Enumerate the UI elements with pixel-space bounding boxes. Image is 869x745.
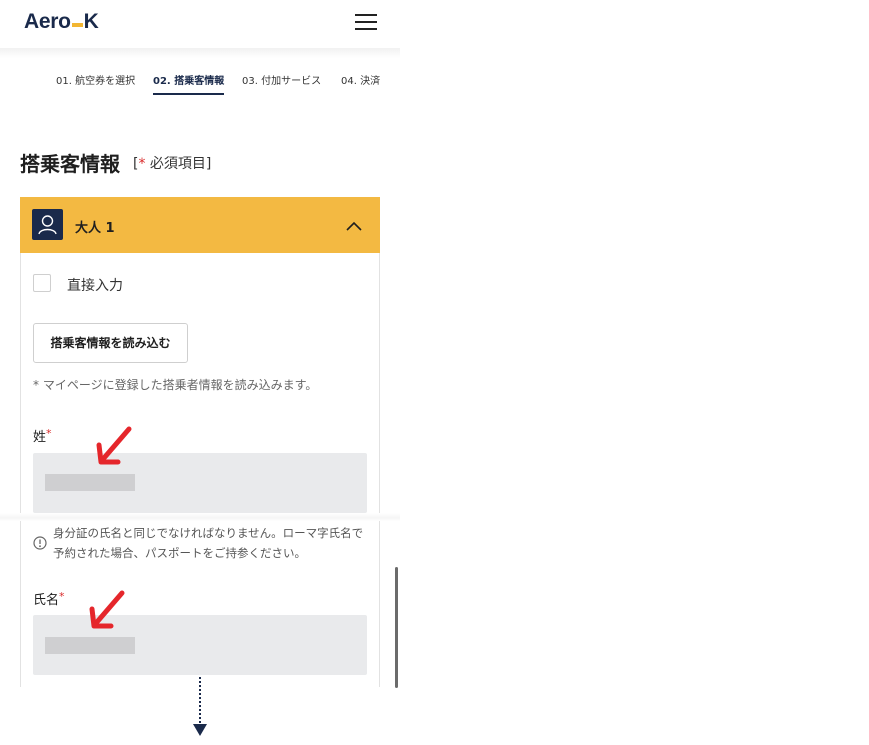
hamburger-menu-icon[interactable] [355,12,377,31]
step-select-flight[interactable]: 01. 航空券を選択 [56,72,135,87]
logo-text-left: Aero [24,10,71,33]
annotation-arrow-icon [89,590,125,629]
info-icon [33,536,47,550]
logo-text-right: K [83,10,99,33]
surname-label: 姓* [33,427,52,445]
scrollbar[interactable] [395,567,398,688]
redacted-value [45,474,135,491]
section-divider [0,513,400,521]
step-extra-services[interactable]: 03. 付加サービス [242,72,321,87]
chevron-up-icon[interactable] [346,217,362,231]
load-hint-text: * マイページに登録した搭乗者情報を読み込みます。 [33,378,318,392]
mobile-screen: Aero K 01. 航空券を選択 02. 搭乗客情報 03. 付加サービス 04… [0,0,400,745]
step-passenger-info[interactable]: 02. 搭乗客情報 [153,72,225,95]
continuation-line [199,677,201,723]
aerok-logo[interactable]: Aero K [24,10,99,34]
page-title: 搭乗客情報 [20,152,120,176]
booking-steps: 01. 航空券を選択 02. 搭乗客情報 03. 付加サービス 04. 決済 [56,72,386,98]
annotation-arrow-icon [96,426,132,465]
name-label: 氏名* [33,590,65,608]
logo-dash [71,23,83,27]
direct-input-checkbox[interactable] [33,274,51,292]
redacted-value [45,637,135,654]
load-passenger-info-button[interactable]: 搭乗客情報を読み込む [33,323,188,363]
header-shadow [0,48,400,58]
name-info-note: 身分証の氏名と同じでなければなりません。ローマ字氏名で予約された場合、パスポート… [53,526,364,560]
arrow-down-icon [193,724,207,736]
passenger-card-title: 大人 1 [75,221,115,236]
surname-input[interactable] [33,453,367,513]
step-payment[interactable]: 04. 決済 [341,72,380,87]
app-header: Aero K [0,0,400,48]
user-icon [32,209,63,240]
passenger-card-header[interactable]: 大人 1 [20,197,380,253]
required-legend: [* 必須項目] [133,156,212,172]
direct-input-label[interactable]: 直接入力 [67,275,123,295]
name-input[interactable] [33,615,367,675]
